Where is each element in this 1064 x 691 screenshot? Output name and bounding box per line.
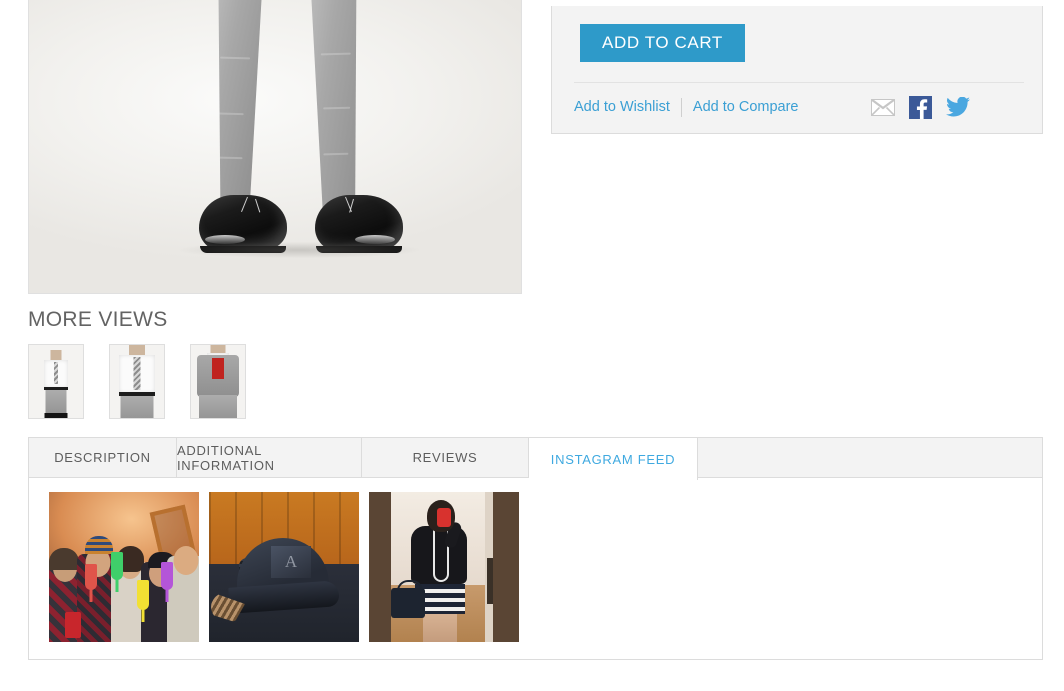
thumbnail-list xyxy=(28,344,522,419)
instagram-post[interactable] xyxy=(209,492,359,642)
divider xyxy=(574,82,1024,83)
main-product-image[interactable] xyxy=(28,0,522,294)
tab-strip: DESCRIPTION ADDITIONAL INFORMATION REVIE… xyxy=(28,437,1043,480)
thumbnail-item[interactable] xyxy=(109,344,165,419)
twitter-icon[interactable] xyxy=(946,97,970,117)
product-tabs: DESCRIPTION ADDITIONAL INFORMATION REVIE… xyxy=(28,437,1043,660)
thumbnail-item[interactable] xyxy=(190,344,246,419)
instagram-post-list xyxy=(49,492,1042,642)
product-actions: Add to Wishlist Add to Compare xyxy=(574,92,1024,122)
floor-shadow xyxy=(179,242,419,258)
thumbnail-item[interactable] xyxy=(28,344,84,419)
tab-description[interactable]: DESCRIPTION xyxy=(29,438,177,477)
tab-panel-instagram-feed xyxy=(28,478,1043,660)
purchase-box: ADD TO CART Add to Wishlist Add to Compa… xyxy=(551,6,1043,134)
tab-instagram-feed[interactable]: INSTAGRAM FEED xyxy=(529,438,698,480)
social-share-list xyxy=(871,92,970,122)
tab-strip-filler xyxy=(698,438,1042,477)
email-icon[interactable] xyxy=(871,98,895,116)
product-gallery: MORE VIEWS xyxy=(28,0,522,419)
facebook-icon[interactable] xyxy=(909,95,932,119)
instagram-post[interactable] xyxy=(369,492,519,642)
instagram-post[interactable] xyxy=(49,492,199,642)
link-divider xyxy=(680,97,682,117)
add-to-cart-button[interactable]: ADD TO CART xyxy=(580,24,745,62)
product-page: MORE VIEWS ADD TO CART Add to Wishlist A… xyxy=(0,0,1064,691)
add-to-wishlist-link[interactable]: Add to Wishlist xyxy=(574,99,681,115)
add-to-compare-link[interactable]: Add to Compare xyxy=(693,99,799,115)
tab-reviews[interactable]: REVIEWS xyxy=(362,438,529,477)
tab-additional-information[interactable]: ADDITIONAL INFORMATION xyxy=(177,438,362,477)
more-views-heading: MORE VIEWS xyxy=(28,308,168,331)
